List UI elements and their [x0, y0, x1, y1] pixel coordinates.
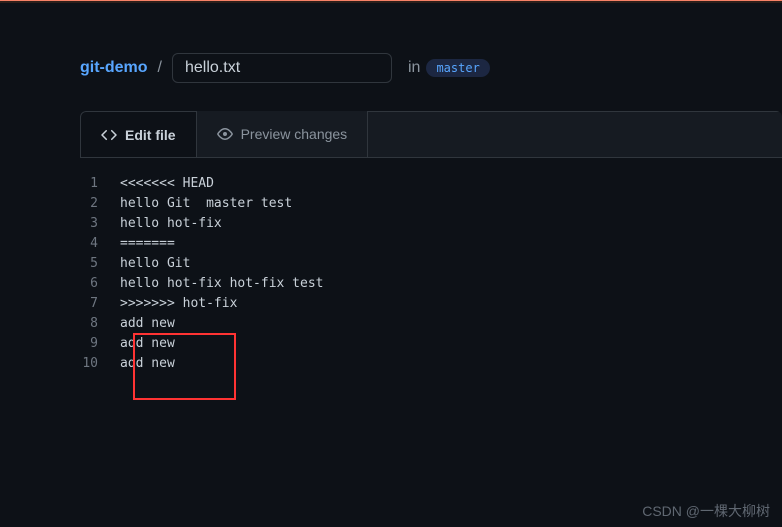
code-icon: [101, 127, 117, 143]
line-number: 5: [80, 254, 120, 274]
line-text: hello Git: [120, 254, 190, 274]
line-number: 4: [80, 234, 120, 254]
line: 1<<<<<<< HEAD: [80, 174, 782, 194]
line: 9add new: [80, 334, 782, 354]
line-number: 6: [80, 274, 120, 294]
tab-preview-label: Preview changes: [241, 126, 348, 142]
tab-rest: [368, 111, 782, 157]
watermark: CSDN @一棵大柳树: [642, 501, 770, 521]
line: 2hello Git master test: [80, 194, 782, 214]
editor[interactable]: 1<<<<<<< HEAD 2hello Git master test 3he…: [0, 158, 782, 374]
tab-edit-label: Edit file: [125, 127, 176, 143]
line-text: add new: [120, 314, 175, 334]
line: 6hello hot-fix hot-fix test: [80, 274, 782, 294]
line-number: 1: [80, 174, 120, 194]
line: 8add new: [80, 314, 782, 334]
line-number: 8: [80, 314, 120, 334]
breadcrumb-separator: /: [158, 59, 162, 77]
line-text: add new: [120, 334, 175, 354]
line: 5hello Git: [80, 254, 782, 274]
line: 3hello hot-fix: [80, 214, 782, 234]
line-number: 3: [80, 214, 120, 234]
line: 7>>>>>>> hot-fix: [80, 294, 782, 314]
breadcrumb: git-demo / in master: [0, 3, 782, 111]
repo-link[interactable]: git-demo: [80, 59, 148, 77]
line-number: 9: [80, 334, 120, 354]
tab-preview[interactable]: Preview changes: [197, 111, 369, 157]
line: 10add new: [80, 354, 782, 374]
eye-icon: [217, 126, 233, 142]
line-text: <<<<<<< HEAD: [120, 174, 214, 194]
filename-input[interactable]: [172, 53, 392, 83]
line-text: =======: [120, 234, 175, 254]
tabs: Edit file Preview changes: [80, 111, 782, 158]
line-number: 10: [80, 354, 120, 374]
line: 4=======: [80, 234, 782, 254]
branch-badge[interactable]: master: [426, 59, 489, 77]
line-number: 2: [80, 194, 120, 214]
line-text: add new: [120, 354, 175, 374]
line-text: hello hot-fix hot-fix test: [120, 274, 324, 294]
tab-edit[interactable]: Edit file: [80, 111, 197, 157]
line-number: 7: [80, 294, 120, 314]
line-text: hello Git master test: [120, 194, 292, 214]
in-label: in: [408, 59, 420, 77]
line-text: hello hot-fix: [120, 214, 222, 234]
line-text: >>>>>>> hot-fix: [120, 294, 237, 314]
